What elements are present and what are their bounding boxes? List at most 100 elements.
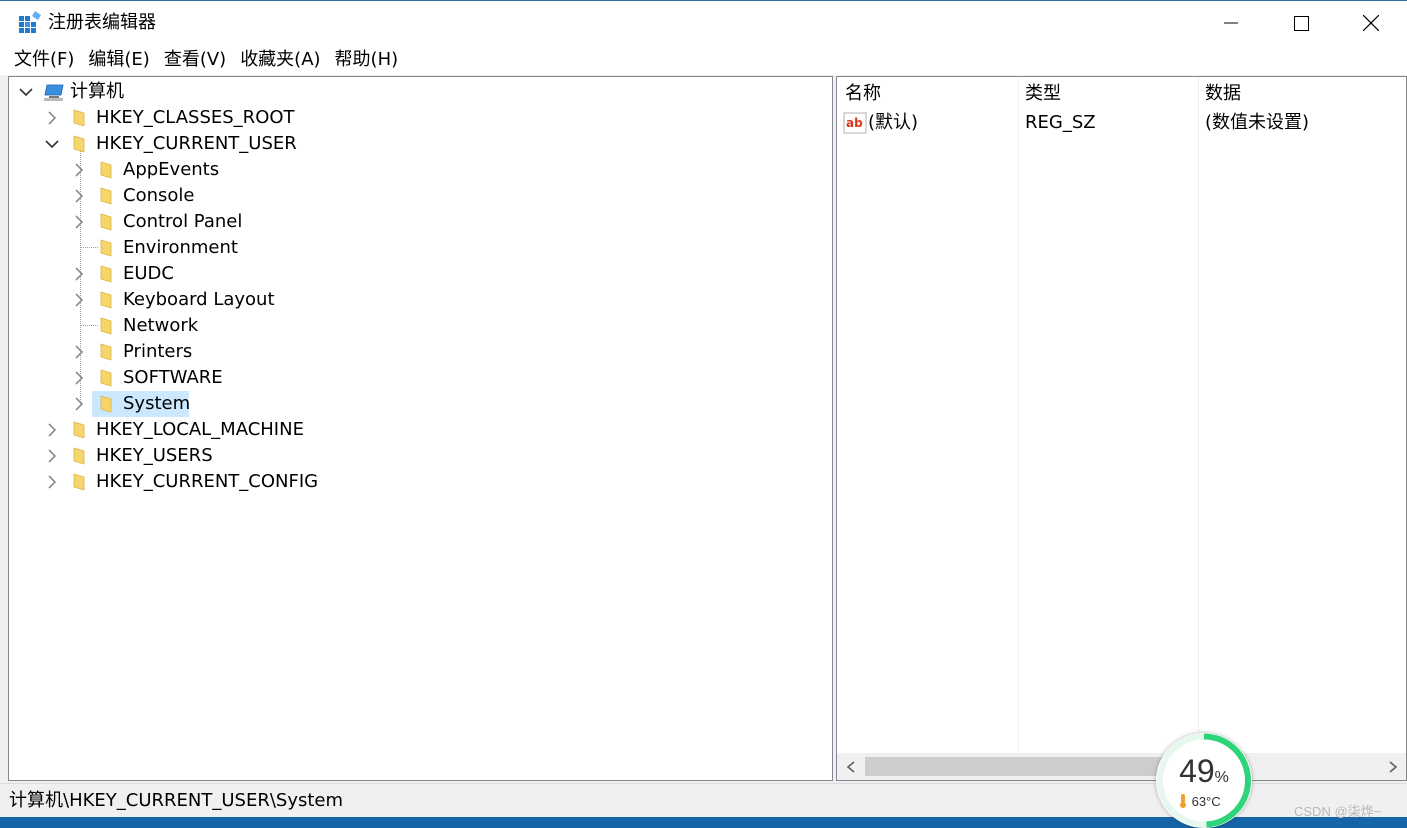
menu-favorites[interactable]: 收藏夹(A): [232, 45, 326, 75]
chevron-down-icon[interactable]: [17, 83, 35, 101]
cpu-usage-widget[interactable]: 49% 63°C: [1156, 733, 1252, 828]
tree-item-network[interactable]: Network: [9, 313, 809, 339]
tree-item-hkey-users[interactable]: HKEY_USERS: [9, 443, 809, 469]
string-value-icon: ab: [843, 112, 867, 134]
menu-file[interactable]: 文件(F): [0, 45, 80, 75]
maximize-button[interactable]: [1266, 1, 1336, 45]
folder-icon: [100, 213, 112, 231]
registry-tree[interactable]: 计算机 HKEY_CLASSES_ROOT HKEY_CURRENT_USER …: [8, 76, 833, 781]
chevron-right-icon: [1388, 760, 1397, 773]
menu-view[interactable]: 查看(V): [156, 45, 232, 75]
title-bar[interactable]: 注册表编辑器: [0, 1, 1407, 45]
percent-sign: %: [1214, 769, 1229, 786]
tree-item-console[interactable]: Console: [9, 183, 809, 209]
values-list[interactable]: 名称 类型 数据 ab (默认) REG_SZ (数值未设置): [836, 76, 1407, 781]
tree-label: Printers: [123, 341, 193, 362]
column-header-data[interactable]: 数据: [1205, 81, 1241, 107]
folder-icon: [100, 369, 112, 387]
tree-label: Network: [123, 315, 199, 336]
folder-icon: [100, 265, 112, 283]
regedit-window: 注册表编辑器 文件(F) 编辑(E) 查看(V) 收藏夹(A) 帮助(H) 计算…: [0, 0, 1407, 817]
column-divider: [1018, 77, 1019, 753]
folder-icon: [73, 109, 85, 127]
menu-edit[interactable]: 编辑(E): [80, 45, 155, 75]
horizontal-scrollbar[interactable]: [837, 753, 1406, 780]
folder-icon: [100, 291, 112, 309]
folder-icon: [100, 317, 112, 335]
tree-item-keyboard-layout[interactable]: Keyboard Layout: [9, 287, 809, 313]
tree-item-printers[interactable]: Printers: [9, 339, 809, 365]
tree-label: Console: [123, 185, 195, 206]
tree-label: Keyboard Layout: [123, 289, 275, 310]
thermometer-icon: [1180, 794, 1186, 808]
chevron-right-icon[interactable]: [70, 395, 88, 413]
chevron-right-icon[interactable]: [70, 213, 88, 231]
tree-label: HKEY_CURRENT_CONFIG: [96, 471, 319, 492]
svg-text:ab: ab: [846, 116, 863, 130]
computer-icon: [44, 84, 64, 101]
column-divider: [1198, 77, 1199, 753]
chevron-right-icon[interactable]: [70, 369, 88, 387]
folder-icon: [73, 473, 85, 491]
tree-label: AppEvents: [123, 159, 220, 180]
folder-open-icon: [73, 135, 85, 153]
tree-label: Control Panel: [123, 211, 243, 232]
folder-icon: [73, 421, 85, 439]
folder-icon: [100, 239, 112, 257]
tree-item-appevents[interactable]: AppEvents: [9, 157, 809, 183]
folder-icon: [100, 395, 112, 413]
chevron-left-icon: [846, 760, 855, 773]
tree-item-computer[interactable]: 计算机: [9, 79, 809, 105]
folder-icon: [100, 187, 112, 205]
temperature: 63°C: [1178, 794, 1221, 810]
tree-label: EUDC: [123, 263, 174, 284]
tree-item-software[interactable]: SOFTWARE: [9, 365, 809, 391]
value-type: REG_SZ: [1025, 112, 1096, 133]
tree-label-selected: System: [123, 393, 191, 414]
usage-percent: 49%: [1156, 753, 1252, 796]
chevron-right-icon[interactable]: [70, 343, 88, 361]
tree-label: SOFTWARE: [123, 367, 223, 388]
temperature-value: 63°C: [1191, 794, 1221, 809]
value-name: (默认): [868, 112, 919, 133]
chevron-right-icon[interactable]: [43, 447, 61, 465]
minimize-icon: [1224, 22, 1238, 24]
tree-label: HKEY_USERS: [96, 445, 213, 466]
tree-label: 计算机: [70, 81, 124, 102]
tree-item-hkey-current-config[interactable]: HKEY_CURRENT_CONFIG: [9, 469, 809, 495]
menu-bar: 文件(F) 编辑(E) 查看(V) 收藏夹(A) 帮助(H): [0, 45, 1407, 75]
chevron-right-icon[interactable]: [43, 421, 61, 439]
folder-icon: [100, 161, 112, 179]
chevron-right-icon[interactable]: [70, 291, 88, 309]
tree-item-hkey-local-machine[interactable]: HKEY_LOCAL_MACHINE: [9, 417, 809, 443]
chevron-right-icon[interactable]: [43, 109, 61, 127]
tree-item-control-panel[interactable]: Control Panel: [9, 209, 809, 235]
usage-percent-value: 49: [1179, 753, 1215, 789]
menu-help[interactable]: 帮助(H): [327, 45, 405, 75]
chevron-right-icon[interactable]: [70, 265, 88, 283]
chevron-right-icon[interactable]: [70, 187, 88, 205]
value-data: (数值未设置): [1205, 112, 1310, 133]
regedit-app-icon: [19, 11, 41, 33]
chevron-down-icon[interactable]: [43, 135, 61, 153]
tree-item-hkey-current-user[interactable]: HKEY_CURRENT_USER: [9, 131, 809, 157]
folder-icon: [73, 447, 85, 465]
chevron-right-icon[interactable]: [70, 161, 88, 179]
close-icon: [1363, 15, 1379, 31]
watermark: CSDN @柒烨~: [1294, 804, 1382, 819]
tree-item-system[interactable]: System: [9, 391, 809, 417]
tree-label: HKEY_LOCAL_MACHINE: [96, 419, 304, 440]
maximize-icon: [1293, 15, 1309, 31]
scroll-left-button[interactable]: [837, 753, 864, 780]
tree-label: HKEY_CLASSES_ROOT: [96, 107, 295, 128]
column-header-type[interactable]: 类型: [1025, 81, 1061, 107]
chevron-right-icon[interactable]: [43, 473, 61, 491]
minimize-button[interactable]: [1196, 1, 1266, 45]
tree-item-environment[interactable]: Environment: [9, 235, 809, 261]
tree-item-eudc[interactable]: EUDC: [9, 261, 809, 287]
scroll-right-button[interactable]: [1379, 753, 1406, 780]
column-header-name[interactable]: 名称: [845, 81, 881, 107]
status-path: 计算机\HKEY_CURRENT_USER\System: [9, 790, 344, 811]
tree-item-hkey-classes-root[interactable]: HKEY_CLASSES_ROOT: [9, 105, 809, 131]
close-button[interactable]: [1336, 1, 1406, 45]
